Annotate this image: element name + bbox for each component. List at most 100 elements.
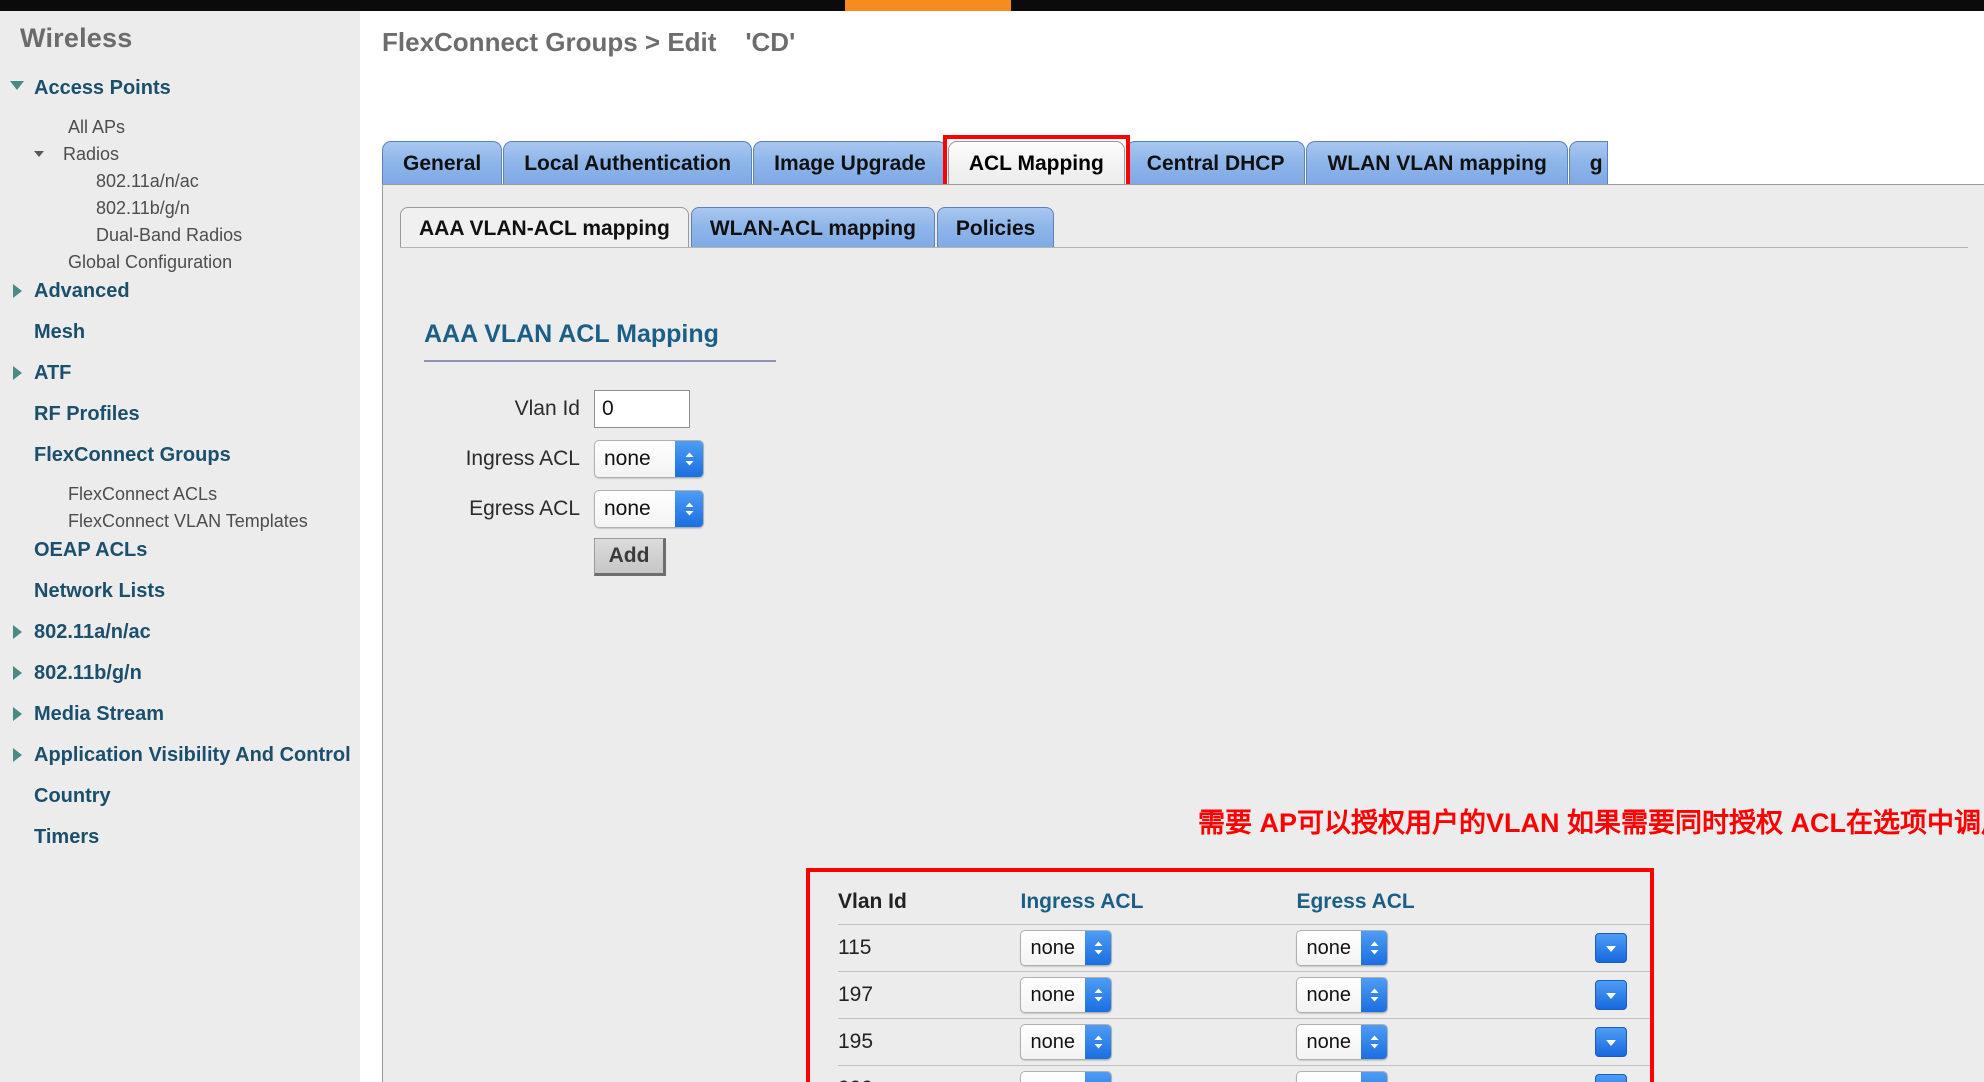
sidebar-item-flexconnect-groups[interactable]: FlexConnect Groups — [0, 441, 360, 470]
ingress-acl-select[interactable]: none — [594, 440, 704, 478]
cell-ingress-acl: none — [1020, 1019, 1296, 1066]
tab-acl-mapping[interactable]: ACL Mapping — [948, 141, 1125, 185]
row-egress-acl-select[interactable]: none — [1296, 1071, 1388, 1082]
sidebar: Wireless Access PointsAll APsRadios802.1… — [0, 11, 360, 1082]
table-row: 197nonenone — [838, 972, 1650, 1019]
sidebar-item-inner: Radios — [34, 144, 119, 166]
chevron-right-icon[interactable] — [13, 625, 22, 639]
chevron-right-icon[interactable] — [13, 666, 22, 680]
row-egress-acl-value: none — [1297, 937, 1361, 960]
chevron-right-icon[interactable] — [13, 748, 22, 762]
tab-g[interactable]: g — [1569, 141, 1608, 185]
row-menu-button[interactable] — [1595, 1027, 1627, 1057]
section-heading: AAA VLAN ACL Mapping — [424, 320, 719, 349]
chevron-updown-icon[interactable] — [1361, 1072, 1387, 1082]
chevron-right-icon[interactable] — [13, 707, 22, 721]
row-menu-button[interactable] — [1595, 1074, 1627, 1082]
row-egress-acl-select[interactable]: none — [1296, 1024, 1388, 1060]
tab-wlan-vlan-mapping[interactable]: WLAN VLAN mapping — [1306, 141, 1567, 185]
table-header-row: Vlan Id Ingress ACL Egress ACL — [838, 890, 1650, 925]
sidebar-item-advanced[interactable]: Advanced — [0, 277, 360, 306]
sidebar-item-802-11b-g-n[interactable]: 802.11b/g/n — [0, 659, 360, 688]
sidebar-item-label: ATF — [34, 361, 71, 386]
chevron-updown-icon[interactable] — [1085, 1072, 1111, 1082]
sidebar-item-label: Radios — [51, 144, 119, 166]
cell-egress-acl: none — [1296, 1066, 1572, 1082]
cell-egress-acl: none — [1296, 972, 1572, 1019]
sidebar-item-atf[interactable]: ATF — [0, 359, 360, 388]
expand-toggle[interactable] — [0, 743, 34, 762]
sidebar-item-dual-band-radios[interactable]: Dual-Band Radios — [0, 223, 360, 249]
subtab-wlan-acl-mapping[interactable]: WLAN-ACL mapping — [691, 207, 935, 249]
chevron-updown-icon[interactable] — [1361, 978, 1387, 1012]
row-ingress-acl-select[interactable]: none — [1020, 977, 1112, 1013]
cell-actions — [1572, 1066, 1650, 1082]
app-root: Wireless Access PointsAll APsRadios802.1… — [0, 0, 1984, 1082]
chevron-updown-icon[interactable] — [675, 491, 703, 527]
row-egress-acl-select[interactable]: none — [1296, 930, 1388, 966]
chevron-down-icon[interactable] — [34, 151, 44, 157]
sidebar-item-radios[interactable]: Radios — [0, 142, 360, 168]
arrow-spacer — [0, 443, 34, 448]
arrow-spacer — [0, 579, 34, 584]
subtab-policies[interactable]: Policies — [937, 207, 1054, 249]
chevron-updown-icon[interactable] — [1085, 931, 1111, 965]
sidebar-item-country[interactable]: Country — [0, 782, 360, 811]
chevron-updown-icon[interactable] — [1085, 1025, 1111, 1059]
expand-toggle-inline[interactable] — [34, 144, 44, 162]
vlan-id-input[interactable] — [594, 390, 690, 428]
tab-local-authentication[interactable]: Local Authentication — [503, 141, 752, 185]
sidebar-item-media-stream[interactable]: Media Stream — [0, 700, 360, 729]
row-menu-button[interactable] — [1595, 980, 1627, 1010]
tab-label: Image Upgrade — [774, 152, 926, 175]
chevron-down-icon[interactable] — [10, 81, 24, 90]
chevron-updown-icon[interactable] — [1361, 1025, 1387, 1059]
sidebar-item-access-points[interactable]: Access Points — [0, 74, 360, 103]
sidebar-item-timers[interactable]: Timers — [0, 823, 360, 852]
row-ingress-acl-select[interactable]: none — [1020, 1071, 1112, 1082]
expand-toggle[interactable] — [0, 279, 34, 298]
expand-toggle[interactable] — [0, 76, 34, 90]
row-ingress-acl-select[interactable]: none — [1020, 930, 1112, 966]
tab-general[interactable]: General — [382, 141, 502, 185]
sidebar-item-rf-profiles[interactable]: RF Profiles — [0, 400, 360, 429]
tab-label: g — [1590, 152, 1603, 175]
row-egress-acl-select[interactable]: none — [1296, 977, 1388, 1013]
row-egress-acl-value: none — [1297, 1078, 1361, 1082]
chevron-right-icon[interactable] — [13, 366, 22, 380]
chevron-updown-icon[interactable] — [1361, 931, 1387, 965]
sidebar-item-global-configuration[interactable]: Global Configuration — [0, 250, 360, 276]
egress-acl-select[interactable]: none — [594, 490, 704, 528]
browser-top-strip — [0, 0, 1984, 11]
sidebar-item-802-11b-g-n[interactable]: 802.11b/g/n — [0, 196, 360, 222]
sidebar-item-802-11a-n-ac[interactable]: 802.11a/n/ac — [0, 169, 360, 195]
arrow-spacer — [0, 225, 34, 230]
expand-toggle[interactable] — [0, 620, 34, 639]
row-menu-button[interactable] — [1595, 933, 1627, 963]
expand-toggle[interactable] — [0, 361, 34, 380]
sidebar-item-application-visibility-and-control[interactable]: Application Visibility And Control — [0, 741, 360, 770]
sidebar-item-oeap-acls[interactable]: OEAP ACLs — [0, 536, 360, 565]
sidebar-item-802-11a-n-ac[interactable]: 802.11a/n/ac — [0, 618, 360, 647]
chevron-updown-icon[interactable] — [1085, 978, 1111, 1012]
sidebar-item-label: Media Stream — [34, 702, 164, 727]
tab-image-upgrade[interactable]: Image Upgrade — [753, 141, 947, 185]
sidebar-item-label: 802.11a/n/ac — [34, 620, 151, 645]
cell-actions — [1572, 1019, 1650, 1066]
arrow-spacer[interactable] — [0, 144, 34, 149]
row-ingress-acl-select[interactable]: none — [1020, 1024, 1112, 1060]
chevron-updown-icon[interactable] — [675, 441, 703, 477]
sidebar-item-mesh[interactable]: Mesh — [0, 318, 360, 347]
add-button[interactable]: Add — [594, 538, 666, 576]
expand-toggle[interactable] — [0, 661, 34, 680]
sidebar-item-all-aps[interactable]: All APs — [0, 115, 360, 141]
expand-toggle[interactable] — [0, 702, 34, 721]
ingress-acl-value: none — [595, 447, 675, 471]
sidebar-item-flexconnect-acls[interactable]: FlexConnect ACLs — [0, 482, 360, 508]
tab-label: WLAN VLAN mapping — [1327, 152, 1546, 175]
chevron-right-icon[interactable] — [13, 284, 22, 298]
sidebar-item-flexconnect-vlan-templates[interactable]: FlexConnect VLAN Templates — [0, 509, 360, 535]
tab-central-dhcp[interactable]: Central DHCP — [1126, 141, 1306, 185]
sidebar-item-network-lists[interactable]: Network Lists — [0, 577, 360, 606]
subtab-aaa-vlan-acl-mapping[interactable]: AAA VLAN-ACL mapping — [400, 207, 689, 249]
